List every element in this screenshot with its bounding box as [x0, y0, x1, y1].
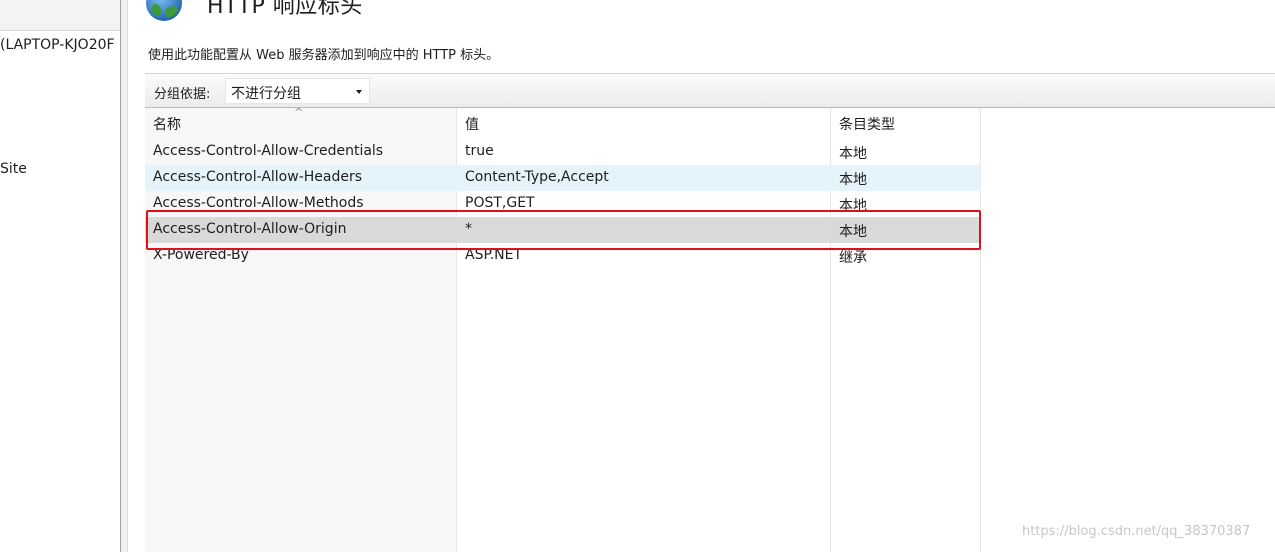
column-header-type[interactable]: 条目类型: [831, 108, 981, 136]
row-value: true: [465, 143, 494, 159]
column-header-value[interactable]: 值: [457, 108, 831, 136]
page-description: 使用此功能配置从 Web 服务器添加到响应中的 HTTP 标头。: [148, 48, 500, 63]
dropdown-arrow-icon: [356, 90, 362, 94]
column-header-type-label: 条目类型: [839, 117, 895, 133]
row-type: 继承: [839, 250, 867, 266]
row-value: Content-Type,Accept: [465, 169, 609, 185]
row-type: 本地: [839, 172, 867, 188]
globe-icon: [146, 0, 182, 21]
tree-node-site[interactable]: Site: [0, 161, 27, 177]
group-by-value: 不进行分组: [231, 86, 301, 102]
table-row[interactable]: Access-Control-Allow-Credentials true 本地: [145, 139, 981, 165]
column-header-value-label: 值: [465, 117, 479, 133]
row-name: Access-Control-Allow-Methods: [153, 195, 364, 211]
row-name: X-Powered-By: [153, 247, 249, 263]
tree-toolbar: [0, 0, 120, 31]
row-name: Access-Control-Allow-Credentials: [153, 143, 384, 159]
pane-splitter[interactable]: [120, 0, 128, 552]
row-type: 本地: [839, 224, 867, 240]
watermark: https://blog.csdn.net/qq_38370387: [1022, 524, 1251, 539]
row-value: ASP.NET: [465, 247, 523, 263]
connections-tree: (LAPTOP-KJO20F Site: [0, 0, 120, 552]
table-row[interactable]: Access-Control-Allow-Methods POST,GET 本地: [145, 191, 981, 217]
group-by-label: 分组依据:: [154, 87, 211, 102]
headers-list: 名称 ^ 值 条目类型 Access-Control-Allow-Credent…: [145, 106, 1275, 552]
row-name: Access-Control-Allow-Origin: [153, 221, 347, 237]
group-toolbar: 分组依据: 不进行分组: [145, 73, 1275, 108]
row-type: 本地: [839, 198, 867, 214]
sort-ascending-icon: ^: [294, 106, 304, 119]
group-by-dropdown[interactable]: 不进行分组: [225, 78, 370, 104]
page-title: HTTP 响应标头: [207, 0, 363, 19]
row-name: Access-Control-Allow-Headers: [153, 169, 363, 185]
row-value: *: [465, 221, 472, 237]
table-row-selected[interactable]: Access-Control-Allow-Origin * 本地: [145, 217, 981, 243]
column-header-name[interactable]: 名称 ^: [145, 106, 457, 136]
row-value: POST,GET: [465, 195, 535, 211]
table-row[interactable]: Access-Control-Allow-Headers Content-Typ…: [145, 165, 981, 191]
column-header-name-label: 名称: [153, 117, 181, 133]
tree-node-server[interactable]: (LAPTOP-KJO20F: [0, 37, 115, 53]
row-type: 本地: [839, 146, 867, 162]
table-row[interactable]: X-Powered-By ASP.NET 继承: [145, 243, 981, 269]
